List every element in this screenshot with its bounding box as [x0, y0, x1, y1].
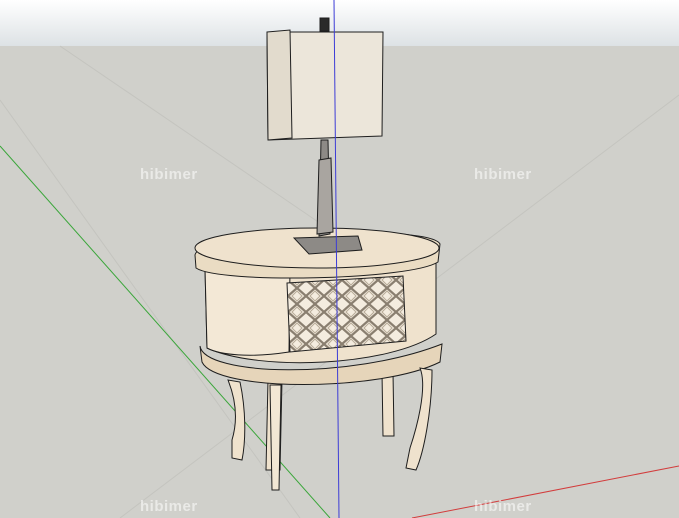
oval-side-table — [194, 227, 443, 491]
red-axis — [411, 465, 679, 518]
table-lamp — [266, 17, 384, 255]
lattice-panel — [286, 275, 407, 353]
watermark-2: hibimer — [474, 166, 532, 183]
watermark-4: hibimer — [474, 498, 532, 515]
model-scene[interactable] — [0, 0, 679, 518]
watermark-1: hibimer — [140, 166, 198, 183]
watermark-3: hibimer — [140, 498, 198, 515]
3d-viewport[interactable]: hibimer hibimer hibimer hibimer — [0, 0, 679, 518]
table-legs-back — [265, 371, 395, 471]
